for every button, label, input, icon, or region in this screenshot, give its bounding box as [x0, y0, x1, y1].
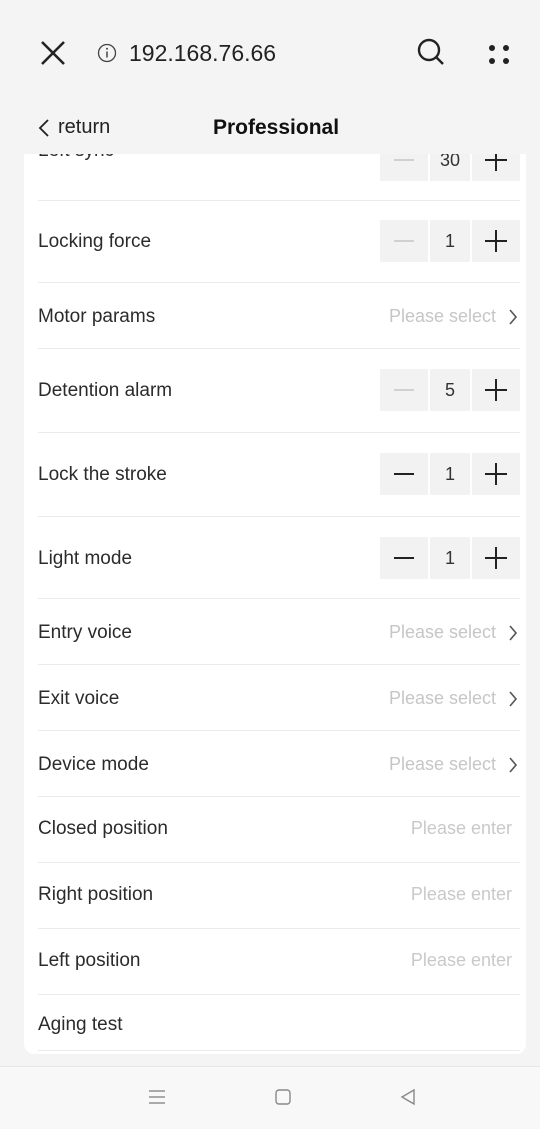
row-label: Motor params [38, 306, 156, 327]
left-position-input[interactable]: Please enter [411, 950, 512, 971]
browser-toolbar: 192.168.76.66 [0, 0, 540, 104]
stepper-value[interactable]: 30 [430, 154, 470, 181]
list-item-exit-voice[interactable]: Exit voice Please select [38, 664, 520, 731]
select-field[interactable]: Please select [389, 622, 518, 643]
select-placeholder: Please select [388, 688, 496, 708]
plus-button[interactable] [472, 154, 520, 181]
row-label: Locking force [38, 231, 152, 252]
right-position-input[interactable]: Please enter [411, 884, 512, 905]
select-placeholder: Please select [388, 622, 496, 642]
row-label: Left sync [38, 154, 114, 162]
row-label: Exit voice [38, 688, 120, 709]
plus-button[interactable] [472, 220, 520, 262]
plus-icon [485, 230, 507, 252]
list-item-entry-voice[interactable]: Entry voice Please select [38, 598, 520, 665]
page-header: return Professional [0, 104, 540, 158]
home-icon[interactable] [273, 1087, 293, 1107]
minus-icon [394, 159, 414, 161]
minus-icon [394, 389, 414, 391]
back-button[interactable]: return [38, 116, 110, 139]
row-label: Closed position [38, 818, 168, 839]
plus-button[interactable] [472, 537, 520, 579]
menu-icon[interactable] [147, 1087, 167, 1107]
stepper-value[interactable]: 5 [430, 369, 470, 411]
plus-icon [485, 154, 507, 171]
minus-icon [394, 240, 414, 242]
plus-icon [485, 379, 507, 401]
select-field[interactable]: Please select [389, 688, 518, 709]
left-sync-stepper: 30 [378, 154, 520, 181]
chevron-right-icon [509, 756, 518, 773]
more-dots-icon[interactable] [486, 41, 512, 67]
page-title: Professional [213, 116, 340, 139]
stepper-value[interactable]: 1 [430, 453, 470, 495]
list-item-left-position: Left position Please enter [38, 928, 520, 995]
select-field[interactable]: Please select [389, 754, 518, 775]
list-item-device-mode[interactable]: Device mode Please select [38, 730, 520, 797]
row-label: Left position [38, 950, 141, 971]
minus-icon [394, 557, 414, 559]
list-item-locking-force: Locking force 1 [38, 200, 520, 283]
list-item-right-position: Right position Please enter [38, 862, 520, 929]
locking-force-stepper: 1 [378, 220, 520, 262]
detention-alarm-stepper: 5 [378, 369, 520, 411]
plus-button[interactable] [472, 453, 520, 495]
plus-icon [485, 547, 507, 569]
list-item-lock-the-stroke: Lock the stroke 1 [38, 432, 520, 517]
back-label: return [58, 116, 111, 138]
closed-position-input[interactable]: Please enter [411, 818, 512, 839]
plus-icon [485, 463, 507, 485]
url-text[interactable]: 192.168.76.66 [129, 40, 276, 67]
minus-button[interactable] [380, 154, 428, 181]
list-item-light-mode: Light mode 1 [38, 516, 520, 599]
minus-button[interactable] [380, 220, 428, 262]
row-label: Aging test [38, 1014, 123, 1035]
back-triangle-icon[interactable] [398, 1087, 418, 1107]
row-label: Device mode [38, 754, 149, 775]
stepper-value[interactable]: 1 [430, 220, 470, 262]
row-label: Lock the stroke [38, 464, 167, 485]
system-nav-bar [0, 1066, 540, 1129]
chevron-right-icon [509, 690, 518, 707]
select-placeholder: Please select [388, 306, 496, 326]
minus-button[interactable] [380, 537, 428, 579]
search-icon[interactable] [415, 36, 447, 68]
list-item-motor-params[interactable]: Motor params Please select [38, 282, 520, 349]
minus-icon [394, 473, 414, 475]
chevron-right-icon [509, 308, 518, 325]
row-label: Light mode [38, 548, 133, 569]
light-mode-stepper: 1 [378, 537, 520, 579]
row-label: Detention alarm [38, 380, 173, 401]
select-placeholder: Please select [388, 754, 496, 774]
list-item-aging-test[interactable]: Aging test [38, 994, 520, 1051]
plus-button[interactable] [472, 369, 520, 411]
list-item-closed-position: Closed position Please enter [38, 796, 520, 863]
list-item-left-sync: Left sync 30 [38, 154, 520, 201]
stepper-value[interactable]: 1 [430, 537, 470, 579]
close-icon[interactable] [38, 38, 68, 68]
list-item-detention-alarm: Detention alarm 5 [38, 348, 520, 433]
minus-button[interactable] [380, 369, 428, 411]
lock-stroke-stepper: 1 [378, 453, 520, 495]
row-label: Right position [38, 884, 154, 905]
minus-button[interactable] [380, 453, 428, 495]
chevron-right-icon [509, 624, 518, 641]
info-icon[interactable] [97, 43, 117, 63]
settings-list: Left sync 30 Locking force 1 Motor param… [24, 154, 526, 1054]
row-label: Entry voice [38, 622, 132, 643]
select-field[interactable]: Please select [389, 306, 518, 327]
chevron-left-icon [38, 118, 49, 137]
